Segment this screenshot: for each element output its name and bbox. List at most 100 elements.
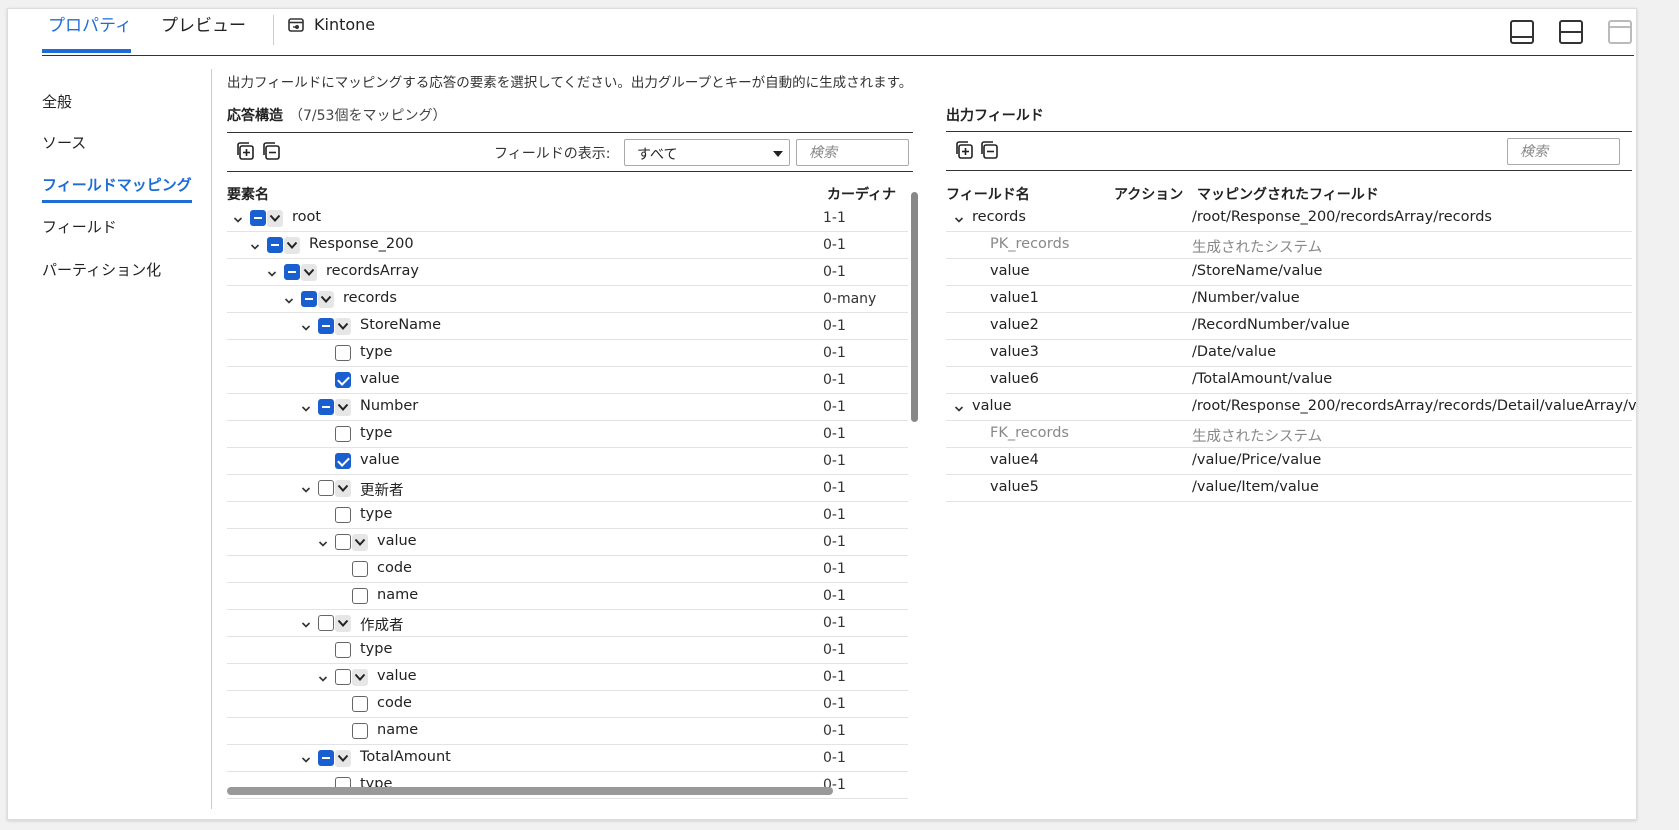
tree-row[interactable]: value 0-1	[227, 664, 908, 691]
output-field-row[interactable]: value5/value/Item/value	[946, 475, 1632, 502]
select-menu-chevron-icon[interactable]	[352, 669, 368, 686]
select-menu-chevron-icon[interactable]	[301, 264, 317, 281]
output-field-row[interactable]: value4/value/Price/value	[946, 448, 1632, 475]
chevron-down-icon[interactable]	[318, 537, 328, 547]
tree-row[interactable]: 更新者 0-1	[227, 475, 908, 502]
output-field-row[interactable]: value3/Date/value	[946, 340, 1632, 367]
chevron-down-icon[interactable]	[267, 267, 277, 277]
select-menu-chevron-icon[interactable]	[335, 615, 351, 632]
output-group-row[interactable]: value/root/Response_200/recordsArray/rec…	[946, 394, 1636, 421]
tree-row[interactable]: type 0-1	[227, 421, 908, 448]
output-field-row[interactable]: FK_records 生成されたシステム	[946, 421, 1632, 448]
response-toolbar: フィールドの表示: すべて	[227, 132, 913, 172]
chevron-down-icon[interactable]	[301, 402, 311, 412]
element-checkbox[interactable]	[335, 426, 351, 442]
collapse-all-icon[interactable]	[979, 140, 999, 160]
output-search-input[interactable]	[1507, 138, 1620, 165]
element-checkbox[interactable]	[301, 291, 317, 307]
chevron-down-icon[interactable]	[250, 240, 260, 250]
element-checkbox[interactable]	[335, 345, 351, 361]
select-menu-chevron-icon[interactable]	[335, 480, 351, 497]
tree-row[interactable]: StoreName 0-1	[227, 313, 908, 340]
tree-row[interactable]: name 0-1	[227, 583, 908, 610]
tree-row[interactable]: records 0-many	[227, 286, 908, 313]
expand-all-icon[interactable]	[235, 141, 255, 161]
layout-split-icon[interactable]	[1559, 20, 1583, 44]
element-checkbox[interactable]	[335, 453, 351, 469]
element-checkbox[interactable]	[352, 696, 368, 712]
output-field-row[interactable]: value1/Number/value	[946, 286, 1632, 313]
chevron-down-icon[interactable]	[301, 618, 311, 628]
output-group-row[interactable]: records/root/Response_200/recordsArray/r…	[946, 205, 1632, 232]
chevron-down-icon[interactable]	[233, 213, 243, 223]
element-checkbox[interactable]	[352, 588, 368, 604]
select-menu-chevron-icon[interactable]	[335, 750, 351, 767]
tree-row[interactable]: value 0-1	[227, 529, 908, 556]
mapped-field-path: /value/Price/value	[1192, 452, 1322, 468]
tree-row[interactable]: Response_200 0-1	[227, 232, 908, 259]
tree-row[interactable]: type 0-1	[227, 637, 908, 664]
tree-row[interactable]: type 0-1	[227, 502, 908, 529]
tree-vertical-scrollbar[interactable]	[911, 192, 918, 422]
element-checkbox[interactable]	[335, 669, 351, 685]
field-filter-select[interactable]: すべて	[624, 139, 790, 166]
tree-row[interactable]: Number 0-1	[227, 394, 908, 421]
element-checkbox[interactable]	[318, 480, 334, 496]
tree-row[interactable]: code 0-1	[227, 556, 908, 583]
chevron-down-icon[interactable]	[954, 402, 964, 412]
tree-horizontal-scrollbar[interactable]	[227, 787, 833, 795]
output-field-row[interactable]: value/StoreName/value	[946, 259, 1632, 286]
expand-all-icon[interactable]	[954, 140, 974, 160]
element-checkbox[interactable]	[335, 642, 351, 658]
tree-row[interactable]: value 0-1	[227, 367, 908, 394]
tab-properties[interactable]: プロパティ	[48, 16, 132, 50]
element-checkbox[interactable]	[250, 210, 266, 226]
element-checkbox[interactable]	[318, 615, 334, 631]
tree-row[interactable]: 作成者 0-1	[227, 610, 908, 637]
chevron-down-icon[interactable]	[301, 753, 311, 763]
tree-row[interactable]: name 0-1	[227, 718, 908, 745]
element-checkbox[interactable]	[335, 507, 351, 523]
element-name: TotalAmount	[360, 749, 451, 765]
tree-row[interactable]: type 0-1	[227, 340, 908, 367]
nav-item-source[interactable]: ソース	[42, 132, 86, 153]
tree-row[interactable]: recordsArray 0-1	[227, 259, 908, 286]
select-menu-chevron-icon[interactable]	[335, 318, 351, 335]
chevron-down-icon[interactable]	[301, 321, 311, 331]
nav-item-general[interactable]: 全般	[42, 91, 72, 112]
element-checkbox[interactable]	[318, 318, 334, 334]
tree-row[interactable]: root 1-1	[227, 205, 908, 232]
select-menu-chevron-icon[interactable]	[318, 291, 334, 308]
output-field-row[interactable]: value6/TotalAmount/value	[946, 367, 1632, 394]
select-menu-chevron-icon[interactable]	[335, 399, 351, 416]
tree-row[interactable]: TotalAmount 0-1	[227, 745, 908, 772]
select-menu-chevron-icon[interactable]	[284, 237, 300, 254]
element-checkbox[interactable]	[335, 372, 351, 388]
output-field-row[interactable]: value2/RecordNumber/value	[946, 313, 1632, 340]
response-search-input[interactable]	[796, 139, 909, 166]
chevron-down-icon[interactable]	[301, 483, 311, 493]
select-menu-chevron-icon[interactable]	[352, 534, 368, 551]
chevron-down-icon[interactable]	[284, 294, 294, 304]
layout-bottom-panel-icon[interactable]	[1510, 20, 1534, 44]
collapse-all-icon[interactable]	[261, 141, 281, 161]
element-checkbox[interactable]	[335, 534, 351, 550]
output-field-name: value5	[990, 479, 1039, 495]
nav-item-field-mapping[interactable]: フィールドマッピング	[42, 174, 192, 203]
element-checkbox[interactable]	[267, 237, 283, 253]
nav-item-partitioning[interactable]: パーティション化	[42, 259, 161, 280]
field-filter-value: すべて	[637, 147, 678, 163]
element-checkbox[interactable]	[284, 264, 300, 280]
tab-preview[interactable]: プレビュー	[161, 16, 246, 50]
chevron-down-icon[interactable]	[954, 213, 964, 223]
element-checkbox[interactable]	[352, 723, 368, 739]
select-menu-chevron-icon[interactable]	[267, 210, 283, 227]
tree-row[interactable]: value 0-1	[227, 448, 908, 475]
nav-item-fields[interactable]: フィールド	[42, 216, 117, 237]
element-checkbox[interactable]	[318, 750, 334, 766]
tree-row[interactable]: code 0-1	[227, 691, 908, 718]
chevron-down-icon[interactable]	[318, 672, 328, 682]
element-checkbox[interactable]	[318, 399, 334, 415]
element-checkbox[interactable]	[352, 561, 368, 577]
output-field-row[interactable]: PK_records 生成されたシステム	[946, 232, 1632, 259]
